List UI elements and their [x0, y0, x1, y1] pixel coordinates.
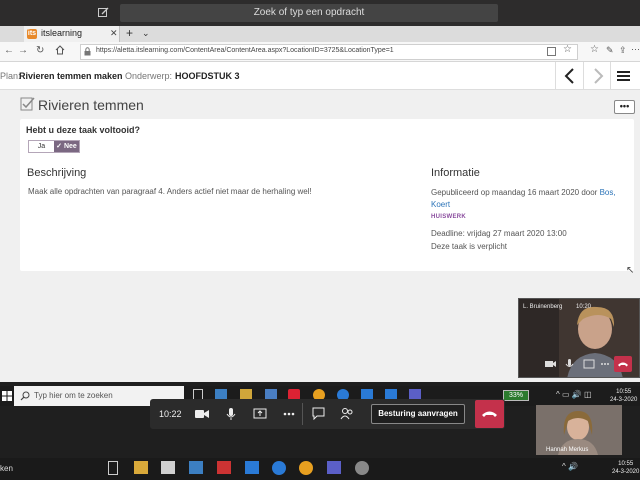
previous-chevron-icon[interactable] [563, 68, 577, 84]
share-icon[interactable]: ⇪ [619, 45, 627, 56]
new-tab-icon[interactable]: + [126, 26, 133, 40]
edge-icon[interactable] [272, 461, 286, 475]
file-explorer-icon[interactable] [134, 461, 148, 474]
lock-icon [84, 47, 91, 56]
information-heading: Informatie [431, 167, 480, 179]
microphone-icon[interactable] [225, 407, 237, 421]
tile-hangup-icon[interactable] [614, 356, 632, 372]
mouse-cursor-icon: ↖ [626, 265, 635, 276]
subject-label: Onderwerp: [125, 71, 173, 81]
chat-icon[interactable] [312, 407, 325, 420]
hamburger-menu-icon[interactable] [617, 70, 630, 82]
homework-badge: HUISWERK [431, 214, 467, 220]
bar-divider [302, 403, 303, 425]
favorites-icon[interactable]: ☆ [590, 44, 599, 55]
camera-icon[interactable] [194, 407, 210, 421]
bottom-search-text: ken [0, 464, 13, 473]
subject-value[interactable]: HOOFDSTUK 3 [175, 71, 240, 81]
pen-app-icon[interactable] [245, 461, 259, 474]
hangup-icon[interactable] [475, 400, 504, 428]
deadline-text: Deadline: vrijdag 27 maart 2020 13:00 [431, 229, 567, 238]
tray-icons[interactable]: ^ ▭ 🔊 ◫ [556, 390, 592, 399]
windows-search-placeholder: Typ hier om te zoeken [34, 391, 113, 400]
app-icon[interactable] [355, 461, 369, 475]
share-screen-icon[interactable] [253, 407, 267, 421]
tab-list-chevron-icon[interactable]: ⌄ [142, 28, 150, 39]
toggle-yes-button[interactable]: Ja [29, 141, 54, 152]
header-divider [583, 62, 584, 90]
teams-search-box[interactable]: Zoek of typ een opdracht [120, 4, 498, 22]
home-icon[interactable] [55, 45, 65, 55]
url-text: https://aletta.itslearning.com/ContentAr… [96, 47, 394, 54]
published-info: Gepubliceerd op maandag 16 maart 2020 do… [431, 187, 626, 211]
tab-title: itslearning [41, 28, 83, 38]
plan-label: Plan: [0, 71, 21, 81]
more-options-button[interactable]: ••• [614, 100, 635, 114]
compose-icon[interactable] [97, 6, 110, 19]
back-arrow-icon[interactable]: ← [4, 45, 14, 56]
more-actions-icon[interactable] [282, 407, 296, 421]
description-heading: Beschrijving [27, 167, 87, 179]
store-icon[interactable] [161, 461, 175, 474]
tab-close-icon[interactable]: ✕ [110, 28, 118, 39]
clock-date: 24-3-2020 [612, 469, 640, 475]
participant-time: 10:20 [576, 304, 592, 310]
pen-icon[interactable]: ✎ [606, 45, 614, 56]
search-icon [20, 391, 30, 401]
forward-arrow-icon[interactable]: → [18, 45, 28, 56]
windows-start-icon[interactable] [2, 391, 12, 401]
taskbar-clock[interactable]: 10:55 24-3-2020 [610, 388, 637, 404]
description-text: Maak alle opdrachten van paragraaf 4. An… [28, 187, 312, 196]
request-control-button[interactable]: Besturing aanvragen [371, 404, 465, 424]
clock-time: 10:55 [618, 461, 634, 467]
required-text: Deze taak is verplicht [431, 242, 508, 251]
participants-icon[interactable] [340, 407, 354, 420]
refresh-icon[interactable]: ↻ [36, 45, 44, 56]
plan-value[interactable]: Rivieren temmen maken [19, 71, 123, 81]
task-view-icon[interactable] [108, 461, 118, 475]
task-checkbox-icon [20, 96, 36, 112]
itslearning-favicon-icon: its [27, 29, 37, 39]
chrome-icon[interactable] [299, 461, 313, 475]
reading-view-icon[interactable] [547, 47, 556, 56]
completion-question: Hebt u deze taak voltooid? [26, 125, 141, 135]
bottom-tray-icons[interactable]: ^ 🔊 [562, 462, 578, 471]
task-title: Rivieren temmen [38, 97, 144, 113]
published-prefix: Gepubliceerd op maandag 16 maart 2020 do… [431, 188, 600, 197]
participant-name: L. Bruinenberg [523, 304, 563, 310]
next-chevron-icon[interactable] [591, 68, 605, 84]
battery-indicator[interactable]: 33% [503, 390, 529, 401]
favorite-star-icon[interactable]: ☆ [563, 44, 572, 55]
participant2-name: Hannah Merkus [546, 447, 589, 453]
more-icon[interactable]: ⋯ [631, 44, 640, 55]
toggle-no-button[interactable]: ✓ Nee [54, 141, 79, 152]
clock-time: 10:55 [616, 389, 632, 395]
header-divider [610, 62, 611, 90]
meeting-duration: 10:22 [159, 409, 182, 419]
clock-date: 24-3-2020 [610, 397, 638, 403]
app-icon[interactable] [217, 461, 231, 474]
bottom-taskbar [0, 458, 640, 480]
teams-icon[interactable] [327, 461, 341, 474]
mail-icon[interactable] [189, 461, 203, 474]
bottom-clock[interactable]: 10:55 24-3-2020 [612, 460, 639, 476]
header-divider [555, 62, 556, 90]
